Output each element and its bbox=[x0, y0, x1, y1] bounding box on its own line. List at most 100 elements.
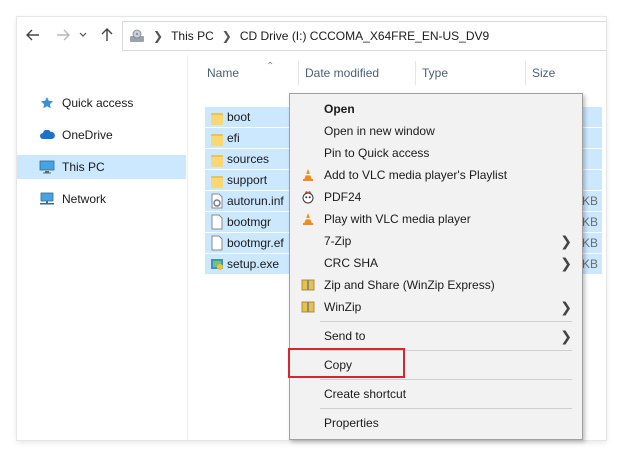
file-size: KB bbox=[581, 257, 598, 271]
column-header-type[interactable]: Type bbox=[422, 61, 522, 85]
chevron-right-icon: ❯ bbox=[560, 255, 572, 271]
file-name: autorun.inf bbox=[227, 194, 284, 208]
column-type-label: Type bbox=[422, 66, 449, 80]
menu-item-label: 7-Zip bbox=[324, 234, 352, 248]
column-header-size[interactable]: Size bbox=[532, 61, 592, 85]
up-arrow-icon bbox=[101, 28, 113, 41]
menu-item-label: Add to VLC media player's Playlist bbox=[324, 168, 508, 182]
file-icon bbox=[209, 214, 225, 230]
context-menu: Open Open in new window Pin to Quick acc… bbox=[289, 93, 583, 440]
file-icon bbox=[209, 235, 225, 251]
menu-item-label: Zip and Share (WinZip Express) bbox=[324, 278, 495, 292]
breadcrumb-cd-drive[interactable]: CD Drive (I:) CCCOMA_X64FRE_EN-US_DV9 bbox=[240, 29, 489, 43]
menu-item-label: Open in new window bbox=[324, 124, 435, 138]
menu-item-pin-quick-access[interactable]: Pin to Quick access bbox=[290, 142, 582, 164]
back-button[interactable] bbox=[23, 25, 43, 45]
sidebar-item-this-pc[interactable]: This PC bbox=[17, 155, 186, 179]
star-icon bbox=[38, 95, 56, 111]
column-date-label: Date modified bbox=[305, 66, 380, 80]
sidebar-item-label: Quick access bbox=[62, 96, 134, 110]
menu-item-label: WinZip bbox=[324, 300, 362, 314]
winzip-icon bbox=[300, 277, 316, 293]
menu-separator bbox=[320, 408, 572, 409]
breadcrumb-this-pc[interactable]: This PC bbox=[171, 29, 214, 43]
file-size: KB bbox=[581, 194, 598, 208]
forward-arrow-icon bbox=[57, 29, 70, 41]
menu-item-label: CRC SHA bbox=[324, 256, 379, 270]
network-icon bbox=[38, 191, 56, 207]
setup-icon bbox=[209, 256, 225, 272]
sidebar-item-label: Network bbox=[62, 192, 107, 206]
cloud-icon bbox=[38, 127, 56, 143]
sort-ascending-icon: ⌃ bbox=[266, 61, 275, 72]
settings-file-icon bbox=[209, 193, 225, 209]
menu-item-open[interactable]: Open bbox=[290, 98, 582, 120]
menu-item-create-shortcut[interactable]: Create shortcut bbox=[290, 383, 582, 405]
menu-item-label: Open bbox=[324, 102, 355, 116]
menu-item-pdf24[interactable]: PDF24 bbox=[290, 186, 582, 208]
menu-item-label: Play with VLC media player bbox=[324, 212, 471, 226]
vlc-cone-icon bbox=[300, 211, 316, 227]
breadcrumb-separator-icon: ❯ bbox=[221, 29, 232, 43]
winzip-icon bbox=[300, 299, 316, 315]
file-size: KB bbox=[581, 215, 598, 229]
sidebar-item-network[interactable]: Network bbox=[17, 187, 186, 211]
menu-item-crc-sha[interactable]: CRC SHA ❯ bbox=[290, 252, 582, 274]
folder-icon bbox=[209, 130, 225, 146]
up-button[interactable] bbox=[97, 25, 117, 45]
folder-icon bbox=[209, 172, 225, 188]
sidebar-item-label: OneDrive bbox=[62, 128, 113, 142]
menu-item-label: Pin to Quick access bbox=[324, 146, 430, 160]
navigation-bar: ❯ This PC ❯ CD Drive (I:) CCCOMA_X64FRE_… bbox=[17, 17, 606, 55]
menu-item-label: PDF24 bbox=[324, 190, 362, 204]
recent-locations-button[interactable] bbox=[77, 25, 89, 45]
menu-item-label: Properties bbox=[324, 416, 379, 430]
menu-item-winzip[interactable]: WinZip ❯ bbox=[290, 296, 582, 318]
column-name-label: Name bbox=[207, 66, 240, 80]
column-header-name[interactable]: Name ⌃ bbox=[207, 61, 297, 85]
column-divider[interactable] bbox=[298, 61, 299, 85]
file-name: bootmgr bbox=[227, 215, 272, 229]
file-name: support bbox=[227, 173, 268, 187]
column-divider[interactable] bbox=[415, 61, 416, 85]
menu-item-send-to[interactable]: Send to ❯ bbox=[290, 325, 582, 347]
sidebar-item-quick-access[interactable]: Quick access bbox=[17, 91, 186, 115]
chevron-right-icon: ❯ bbox=[560, 328, 572, 344]
folder-icon bbox=[209, 109, 225, 125]
file-name: setup.exe bbox=[227, 257, 280, 271]
chevron-down-icon bbox=[79, 32, 87, 37]
address-box[interactable]: ❯ This PC ❯ CD Drive (I:) CCCOMA_X64FRE_… bbox=[122, 21, 606, 51]
menu-separator bbox=[320, 321, 572, 322]
menu-item-zip-and-share[interactable]: Zip and Share (WinZip Express) bbox=[290, 274, 582, 296]
column-divider[interactable] bbox=[525, 61, 526, 85]
sidebar-item-onedrive[interactable]: OneDrive bbox=[17, 123, 186, 147]
column-size-label: Size bbox=[532, 66, 556, 80]
menu-item-add-vlc-playlist[interactable]: Add to VLC media player's Playlist bbox=[290, 164, 582, 186]
pdf24-icon bbox=[300, 189, 316, 205]
chevron-right-icon: ❯ bbox=[560, 233, 572, 249]
file-name: efi bbox=[227, 131, 240, 145]
monitor-icon bbox=[38, 159, 56, 175]
cd-drive-icon bbox=[129, 29, 145, 43]
file-name: sources bbox=[227, 152, 270, 166]
menu-item-label: Create shortcut bbox=[324, 387, 407, 401]
sidebar-item-label: This PC bbox=[62, 160, 105, 174]
vlc-cone-icon bbox=[300, 167, 316, 183]
file-name: bootmgr.ef bbox=[227, 236, 284, 250]
menu-item-7zip[interactable]: 7-Zip ❯ bbox=[290, 230, 582, 252]
forward-button[interactable] bbox=[53, 25, 73, 45]
folder-icon bbox=[209, 151, 225, 167]
menu-item-open-new-window[interactable]: Open in new window bbox=[290, 120, 582, 142]
back-arrow-icon bbox=[26, 29, 39, 41]
navigation-pane: Quick access OneDrive This PC Network bbox=[17, 55, 188, 440]
breadcrumb-separator-icon: ❯ bbox=[153, 29, 164, 43]
menu-item-properties[interactable]: Properties bbox=[290, 412, 582, 434]
file-name: boot bbox=[227, 110, 251, 124]
copy-highlight-annotation bbox=[288, 348, 405, 378]
menu-item-label: Send to bbox=[324, 329, 366, 343]
chevron-right-icon: ❯ bbox=[560, 299, 572, 315]
column-header-date-modified[interactable]: Date modified bbox=[305, 61, 415, 85]
menu-item-play-vlc[interactable]: Play with VLC media player bbox=[290, 208, 582, 230]
menu-separator bbox=[320, 379, 572, 380]
file-size: KB bbox=[581, 236, 598, 250]
